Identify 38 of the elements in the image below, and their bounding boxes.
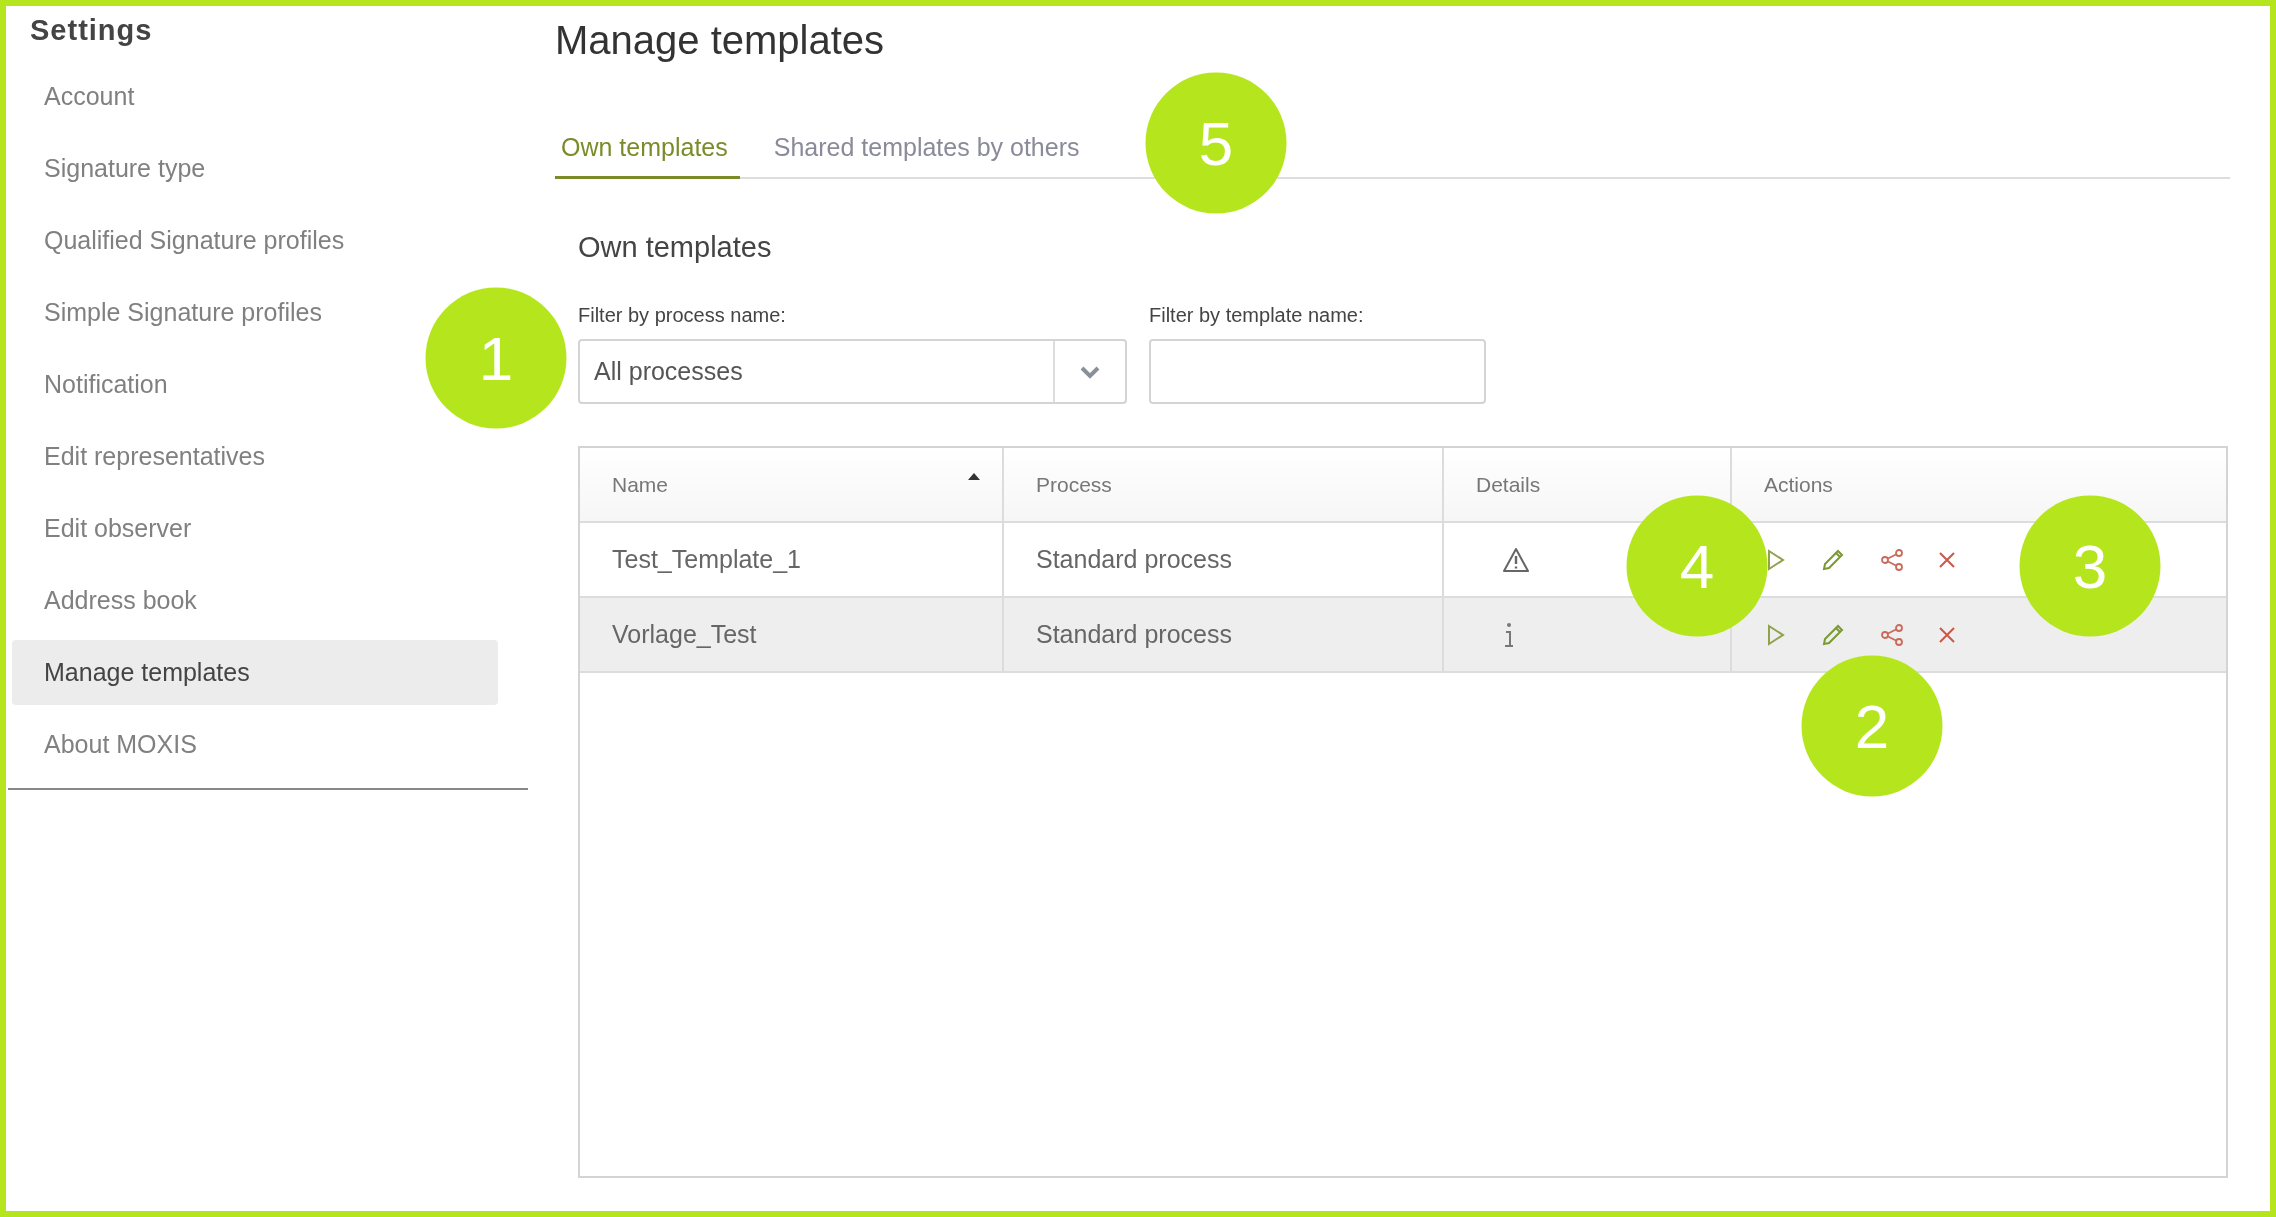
callout-badge: 1 <box>425 287 567 429</box>
sidebar-item[interactable]: Address book <box>12 567 209 633</box>
sidebar-item[interactable]: Notification <box>12 351 180 417</box>
column-header[interactable]: Name <box>580 448 1004 521</box>
chevron-down-icon <box>1079 364 1101 379</box>
sidebar-item[interactable]: About MOXIS <box>12 711 209 777</box>
table-row[interactable]: Vorlage_Test Standard process <box>580 598 2226 673</box>
field-label: Filter by template name: <box>1149 304 1365 327</box>
delete-button[interactable] <box>1938 625 1956 644</box>
sidebar-item[interactable]: Qualified Signature profiles <box>12 207 357 273</box>
play-button[interactable] <box>1766 623 1786 646</box>
share-button[interactable] <box>1880 547 1904 572</box>
template-name-field[interactable] <box>1149 339 1486 404</box>
page-title: Manage templates <box>555 18 886 64</box>
play-button[interactable] <box>1766 548 1786 571</box>
table-cell: Standard process <box>1004 598 1444 671</box>
section-title: Own templates <box>578 231 773 264</box>
callout-badge: 5 <box>1145 72 1287 214</box>
sidebar-item[interactable]: Edit observer <box>12 495 204 561</box>
table-cell: Test_Template_1 <box>580 523 1004 596</box>
info-icon <box>1502 620 1516 649</box>
warning-icon <box>1502 546 1530 573</box>
sidebar-title: Settings <box>29 13 154 48</box>
sidebar-item[interactable]: Manage templates <box>12 639 498 705</box>
tab[interactable]: Own templates <box>555 133 740 179</box>
process-dropdown[interactable]: All processes <box>578 339 1127 404</box>
sidebar-item[interactable]: Simple Signature profiles <box>12 279 334 345</box>
table-cell: Standard process <box>1004 523 1444 596</box>
column-header[interactable]: Process <box>1004 448 1444 521</box>
table-cell: Vorlage_Test <box>580 598 1004 671</box>
field-label: Filter by process name: <box>578 304 787 327</box>
delete-button[interactable] <box>1938 550 1956 569</box>
tab[interactable]: Shared templates by others <box>767 133 1092 179</box>
share-button[interactable] <box>1880 622 1904 647</box>
sidebar-item[interactable]: Account <box>12 63 147 129</box>
callout-badge: 2 <box>1801 655 1943 797</box>
sidebar-item[interactable]: Signature type <box>12 135 218 201</box>
sidebar-item[interactable]: Edit representatives <box>12 423 277 489</box>
